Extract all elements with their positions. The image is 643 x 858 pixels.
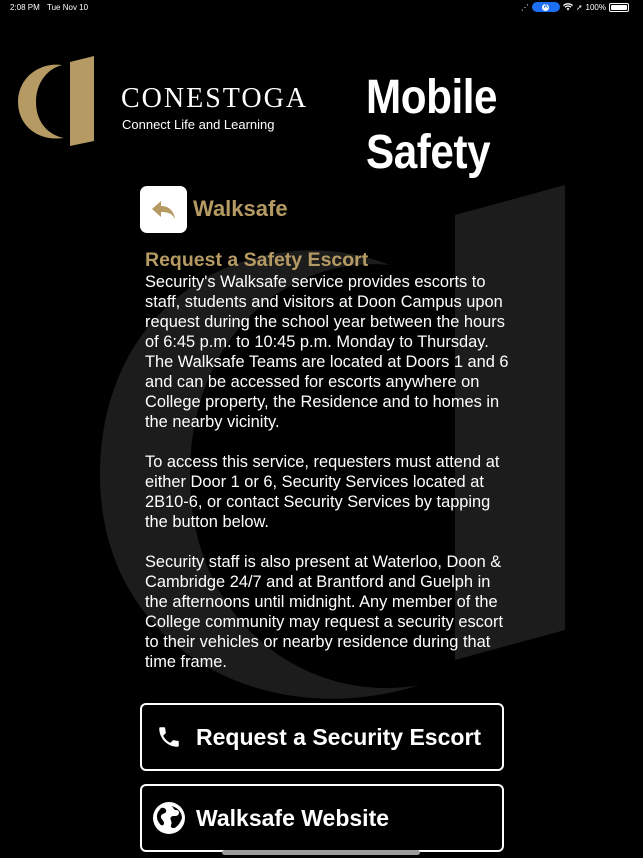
section-heading: Request a Safety Escort	[145, 249, 369, 271]
status-indicators: ⋰ A ➚ 100%	[521, 2, 629, 12]
conestoga-logo-icon	[18, 56, 94, 146]
website-label: Walksafe Website	[196, 804, 390, 831]
battery-icon	[609, 2, 629, 12]
walksafe-website-button[interactable]: Walksafe Website	[140, 784, 504, 852]
status-time: 2:08 PM	[10, 3, 40, 12]
app-title: Mobile Safety	[366, 71, 498, 179]
globe-icon	[153, 802, 185, 834]
paragraph-escort-info: Security's Walksafe service provides esc…	[145, 273, 509, 431]
status-bar: 2:08 PM Tue Nov 10 ⋰ A ➚ 100%	[0, 0, 643, 16]
paragraph-campus-info: Security staff is also present at Waterl…	[145, 553, 504, 671]
status-date: Tue Nov 10	[47, 3, 89, 12]
brand-tagline: Connect Life and Learning	[122, 117, 275, 132]
home-indicator[interactable]	[222, 850, 420, 855]
phone-icon	[159, 727, 179, 747]
wifi-icon	[562, 3, 573, 11]
page-title: Walksafe	[193, 196, 288, 221]
brand-name: CONESTOGA	[121, 83, 309, 114]
location-icon: A	[531, 2, 560, 12]
request-escort-button[interactable]: Request a Security Escort	[140, 703, 504, 771]
battery-percent: 100%	[585, 2, 606, 12]
activity-icon: ⋰	[520, 2, 529, 12]
request-escort-label: Request a Security Escort	[196, 723, 482, 750]
paragraph-access-info: To access this service, requesters must …	[145, 453, 500, 531]
reply-arrow-icon	[151, 200, 175, 219]
back-button[interactable]	[140, 186, 187, 233]
location-arrow-icon: ➚	[575, 2, 583, 12]
content-section: Request a Safety Escort Security's Walks…	[145, 248, 515, 692]
